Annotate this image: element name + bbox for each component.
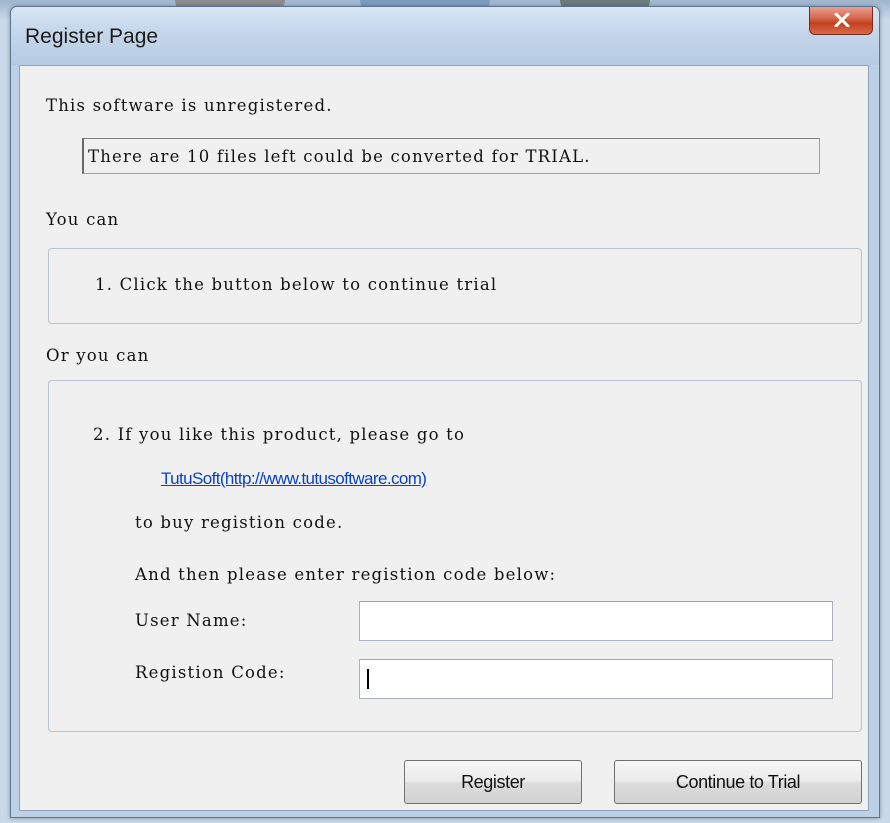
close-button[interactable] (809, 7, 873, 35)
register-dialog: Register Page This software is unregiste… (10, 6, 880, 818)
continue-trial-button[interactable]: Continue to Trial (614, 760, 862, 804)
register-option-group: 2. If you like this product, please go t… (48, 380, 862, 732)
trial-status-text: There are 10 files left could be convert… (88, 147, 591, 166)
text-caret (367, 669, 369, 689)
or-you-can-label: Or you can (46, 346, 150, 365)
dialog-client-area: This software is unregistered. There are… (19, 65, 869, 811)
window-title: Register Page (25, 25, 159, 48)
title-bar[interactable]: Register Page (11, 7, 879, 65)
tutusoft-website-link[interactable]: TutuSoft(http://www.tutusoftware.com) (161, 469, 427, 489)
register-option-text: 2. If you like this product, please go t… (93, 425, 466, 444)
close-icon (834, 13, 850, 27)
register-button[interactable]: Register (404, 760, 582, 804)
unregistered-message: This software is unregistered. (46, 96, 333, 115)
buy-code-text: to buy registion code. (135, 513, 344, 532)
trial-status-field: There are 10 files left could be convert… (82, 138, 820, 174)
user-name-label: User Name: (135, 611, 248, 630)
enter-code-instruction: And then please enter registion code bel… (135, 565, 557, 584)
registion-code-input[interactable] (359, 659, 833, 699)
you-can-label: You can (46, 210, 120, 229)
trial-option-group: 1. Click the button below to continue tr… (48, 248, 862, 324)
user-name-input[interactable] (359, 601, 833, 641)
registion-code-label: Registion Code: (135, 663, 286, 682)
trial-option-text: 1. Click the button below to continue tr… (95, 275, 498, 294)
